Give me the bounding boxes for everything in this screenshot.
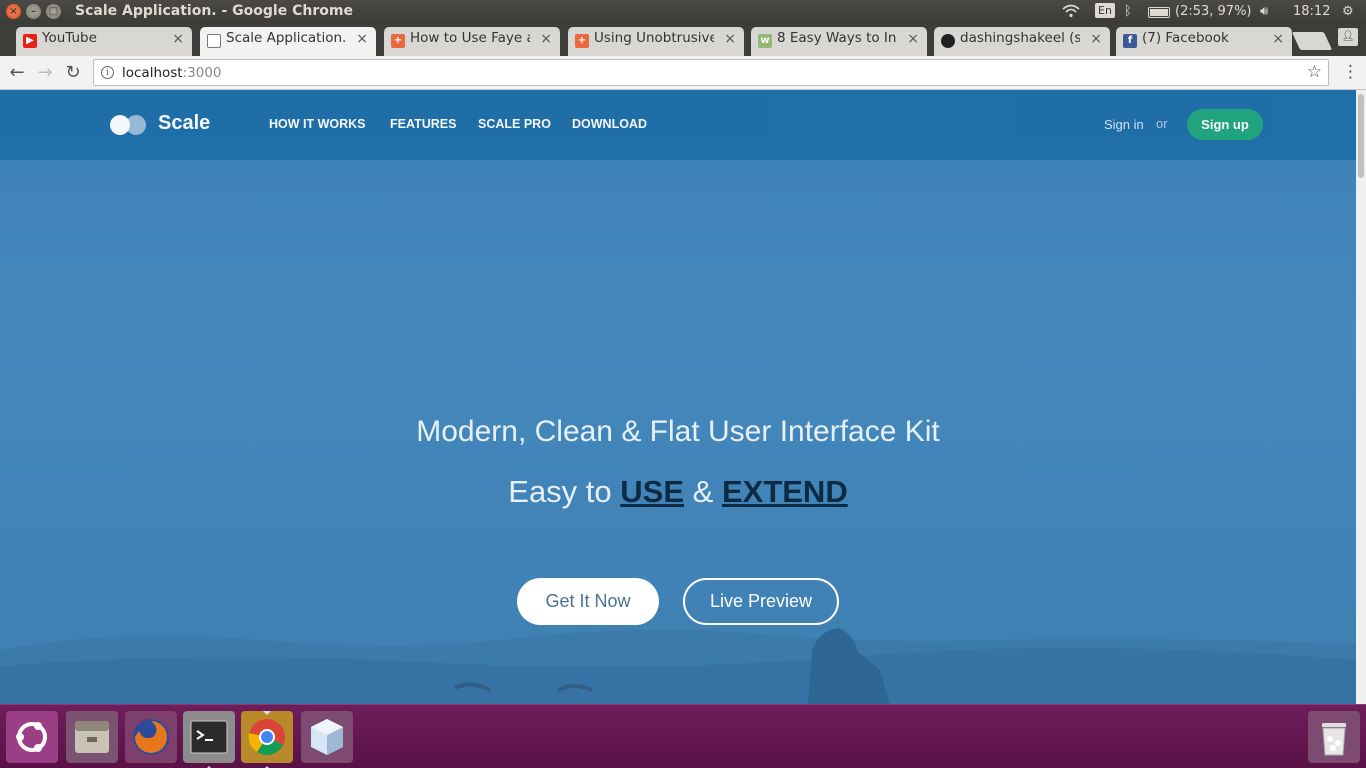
tab-youtube[interactable]: ▶ YouTube × <box>16 27 192 56</box>
nav-scale-pro[interactable]: SCALE PRO <box>478 117 551 131</box>
or-separator: or <box>1156 116 1168 131</box>
tab-label: 8 Easy Ways to Inst <box>777 30 897 46</box>
url-text[interactable]: localhost:3000 <box>122 65 222 81</box>
tab-label: YouTube <box>42 30 97 46</box>
live-preview-button[interactable]: Live Preview <box>683 578 839 625</box>
battery-status[interactable]: (2:53, 97%) <box>1175 4 1252 19</box>
nav-download[interactable]: DOWNLOAD <box>572 117 647 131</box>
forward-icon[interactable]: → <box>33 61 57 85</box>
plus-icon: + <box>391 34 405 48</box>
tab-faye[interactable]: + How to Use Faye as × <box>384 27 560 56</box>
close-icon[interactable]: × <box>1272 31 1284 47</box>
close-icon[interactable]: × <box>724 31 736 47</box>
tab-label: Using Unobtrusive <box>594 30 714 46</box>
info-icon[interactable]: i <box>101 66 114 79</box>
close-icon[interactable]: × <box>907 31 919 47</box>
tab-strip: ▶ YouTube × Scale Application. × + How t… <box>0 24 1366 56</box>
hero-sub-prefix: Easy to <box>508 474 612 509</box>
box-icon[interactable] <box>301 711 353 763</box>
close-icon[interactable]: × <box>1090 31 1102 47</box>
page-icon <box>207 34 221 48</box>
close-icon[interactable]: × <box>172 31 184 47</box>
ubuntu-icon[interactable] <box>6 711 58 763</box>
scale-logo-icon[interactable] <box>110 115 146 135</box>
facebook-icon: f <box>1123 34 1137 48</box>
get-it-now-button[interactable]: Get It Now <box>517 578 659 625</box>
terminal-icon[interactable] <box>183 711 235 768</box>
trash-icon[interactable] <box>1308 711 1360 763</box>
reload-icon[interactable]: ↻ <box>61 61 85 85</box>
page-scrollbar[interactable] <box>1356 90 1366 704</box>
window-maximize-button[interactable]: □ <box>46 4 61 19</box>
tab-label: (7) Facebook <box>1142 30 1229 46</box>
wikihow-icon: w <box>758 34 772 48</box>
url-host: localhost <box>122 65 183 81</box>
sign-in-link[interactable]: Sign in <box>1104 117 1144 132</box>
bluetooth-icon[interactable]: ᛒ <box>1124 4 1132 19</box>
bookmark-star-icon[interactable]: ☆ <box>1307 62 1322 82</box>
site-navbar: Scale HOW IT WORKS FEATURES SCALE PRO DO… <box>0 90 1356 160</box>
hero-use-link[interactable]: USE <box>620 474 684 509</box>
brand-name[interactable]: Scale <box>158 112 210 135</box>
url-port: :3000 <box>182 65 222 81</box>
browser-toolbar: ← → ↻ i localhost:3000 ☆ ⋮ <box>0 56 1366 90</box>
launcher-dock <box>0 704 1366 768</box>
profile-icon[interactable]: 👤︎ <box>1338 28 1358 46</box>
tab-label: dashingshakeel (sh <box>960 30 1080 46</box>
hero-background-hills <box>0 628 1356 704</box>
hero-title: Modern, Clean & Flat User Interface Kit <box>416 415 940 448</box>
clock[interactable]: 18:12 <box>1293 4 1330 19</box>
new-tab-button[interactable] <box>1291 32 1333 50</box>
plus-icon: + <box>575 34 589 48</box>
volume-icon[interactable]: 🔊︎ <box>1260 4 1268 19</box>
window-minimize-button[interactable]: – <box>26 4 41 19</box>
firefox-icon[interactable] <box>125 711 177 763</box>
back-icon[interactable]: ← <box>5 61 29 85</box>
window-title: Scale Application. - Google Chrome <box>75 3 353 19</box>
address-bar[interactable]: i localhost:3000 ☆ <box>93 59 1329 86</box>
youtube-icon: ▶ <box>23 34 37 48</box>
nav-features[interactable]: FEATURES <box>390 117 456 131</box>
hero-subtitle: Easy to USE & EXTEND <box>0 474 1356 510</box>
close-icon[interactable]: × <box>356 31 368 47</box>
tab-wikihow[interactable]: w 8 Easy Ways to Inst × <box>751 27 927 56</box>
close-icon[interactable]: × <box>540 31 552 47</box>
hero-extend-link[interactable]: EXTEND <box>722 474 848 509</box>
tab-label: Scale Application. <box>226 30 346 46</box>
scrollbar-thumb[interactable] <box>1358 94 1364 178</box>
tab-facebook[interactable]: f (7) Facebook × <box>1116 27 1292 56</box>
system-menu-icon[interactable]: ⚙︎ <box>1342 4 1354 19</box>
hero-sub-amp: & <box>692 474 714 509</box>
chrome-menu-icon[interactable]: ⋮ <box>1342 62 1359 82</box>
chrome-icon[interactable] <box>241 711 293 768</box>
wifi-icon[interactable] <box>1062 4 1080 22</box>
nav-how-it-works[interactable]: HOW IT WORKS <box>269 117 366 131</box>
page-viewport: Scale HOW IT WORKS FEATURES SCALE PRO DO… <box>0 90 1356 704</box>
tab-github[interactable]: dashingshakeel (sh × <box>934 27 1110 56</box>
keyboard-language-indicator[interactable]: En <box>1095 3 1115 18</box>
sign-up-button[interactable]: Sign up <box>1187 109 1263 140</box>
window-title-bar: × – □ Scale Application. - Google Chrome… <box>0 0 1366 24</box>
window-close-button[interactable]: × <box>6 4 21 19</box>
tab-label: How to Use Faye as <box>410 30 530 46</box>
github-icon <box>941 34 955 48</box>
files-icon[interactable] <box>66 711 118 763</box>
battery-icon[interactable] <box>1148 7 1170 18</box>
tab-unobtrusive[interactable]: + Using Unobtrusive × <box>568 27 744 56</box>
tab-scale-application[interactable]: Scale Application. × <box>200 27 376 56</box>
